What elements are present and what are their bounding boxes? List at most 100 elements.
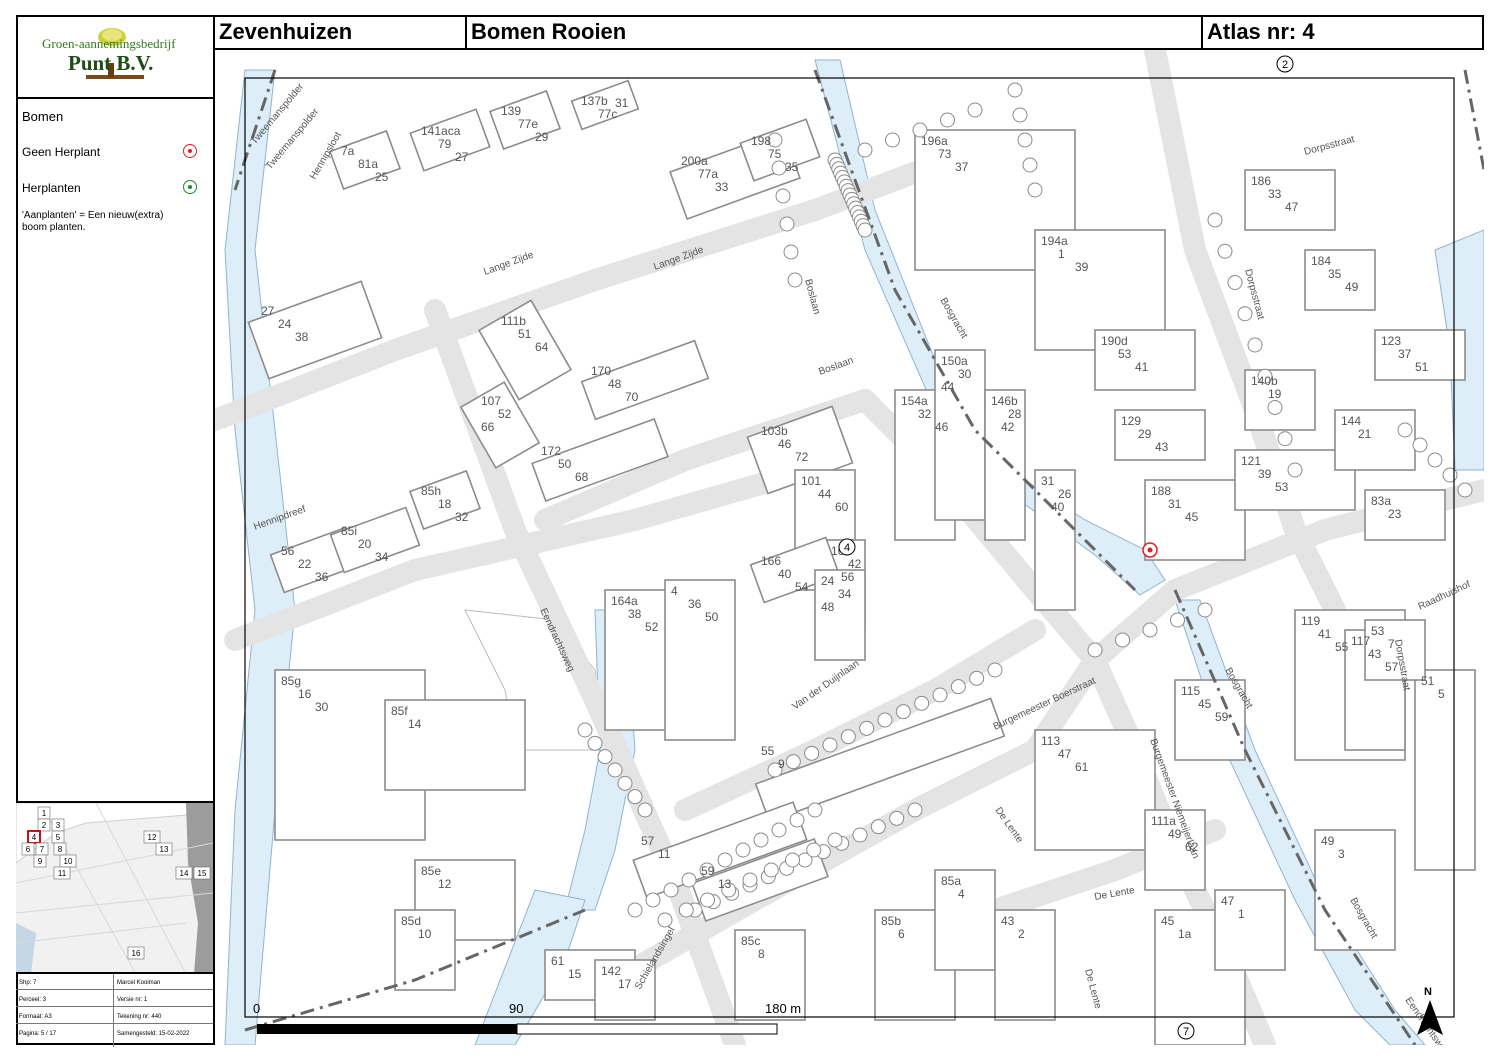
house-number: 190d: [1101, 334, 1128, 348]
legend-title: Bomen: [22, 109, 64, 124]
title-bar: Zevenhuizen Bomen Rooien Atlas nr: 4: [215, 15, 1484, 50]
sidebar: Groen-aannemingsbedrijf Punt B.V. Bomen …: [16, 15, 215, 1047]
overview-sheet-tile[interactable]: 5: [51, 830, 65, 844]
house-number: 37: [955, 160, 969, 174]
legend: Bomen Geen Herplant Herplanten 'Aanplant…: [16, 99, 213, 234]
house-number: 32: [918, 407, 932, 421]
map-area[interactable]: Tweemanspolder Tweemanspolder Hennipsloot L…: [215, 50, 1484, 1045]
house-number: 60: [835, 500, 849, 514]
house-number: 85e: [421, 864, 441, 878]
overview-sheet-tile[interactable]: 4: [27, 830, 41, 844]
house-number: 39: [1258, 467, 1272, 481]
overview-sheet-number: 2: [42, 821, 47, 830]
overview-sheet-tile[interactable]: 13: [155, 842, 173, 856]
atlas-number: Atlas nr: 4: [1207, 19, 1315, 44]
house-number: 85c: [741, 934, 760, 948]
company-logo: Groen-aannemingsbedrijf Punt B.V.: [16, 15, 213, 99]
house-number: 47: [1285, 200, 1299, 214]
house-number: 85b: [881, 914, 901, 928]
house-number: 31: [1168, 497, 1182, 511]
sheet-reference-marker[interactable]: 7: [1177, 1022, 1195, 1040]
overview-sheet-tile[interactable]: 9: [33, 854, 47, 868]
house-number: 68: [575, 470, 589, 484]
house-number: 53: [1275, 480, 1289, 494]
house-number: 4: [671, 584, 678, 598]
house-number: 56: [281, 544, 295, 558]
house-number: 77a: [698, 167, 718, 181]
overview-sheet-tile[interactable]: 8: [53, 842, 67, 856]
house-number: 172: [541, 444, 561, 458]
house-number: 50: [558, 457, 572, 471]
house-number: 24: [821, 574, 835, 588]
house-number: 36: [688, 597, 702, 611]
house-number: 18: [438, 497, 452, 511]
house-number: 33: [715, 180, 729, 194]
house-number: 20: [358, 537, 372, 551]
house-number: 36: [315, 570, 329, 584]
scale-label-180: 180 m: [765, 1001, 802, 1016]
house-number: 6: [898, 927, 905, 941]
house-number: 28: [1008, 407, 1022, 421]
house-number: 21: [1358, 427, 1372, 441]
meta-author: Marcel Kooiman: [114, 976, 213, 990]
house-number: 5: [1438, 687, 1445, 701]
cadastral-map[interactable]: TweemanspolderTweemanspolderHennipslootL…: [215, 50, 1484, 1045]
house-number: 139: [501, 104, 521, 118]
overview-sheet-tile[interactable]: 3: [51, 818, 65, 832]
overview-sheet-tile[interactable]: 10: [59, 854, 77, 868]
overview-sheet-tile[interactable]: 2: [37, 818, 51, 832]
house-number: 166: [761, 554, 781, 568]
overview-sheet-tile[interactable]: 15: [193, 866, 211, 880]
house-number: 85g: [281, 674, 301, 688]
house-number: 30: [958, 367, 972, 381]
overview-sheet-tile[interactable]: 1: [37, 806, 51, 820]
house-number: 41: [1318, 627, 1332, 641]
house-number: 62: [1185, 840, 1199, 854]
house-number: 43: [1155, 440, 1169, 454]
sheet-reference-marker[interactable]: 2: [1276, 55, 1294, 73]
house-number: 200a: [681, 154, 708, 168]
overview-sheet-number: 11: [58, 869, 67, 878]
house-number: 61: [551, 954, 565, 968]
legend-item-herplanten: Herplanten: [22, 170, 207, 206]
house-number: 1: [1058, 247, 1065, 261]
house-number: 26: [1058, 487, 1072, 501]
overview-sheet-tile[interactable]: 11: [53, 866, 71, 880]
house-number: 196a: [921, 134, 948, 148]
sheet-number: 2: [1282, 59, 1288, 71]
house-number: 27: [455, 150, 469, 164]
house-number: 33: [1268, 187, 1282, 201]
house-number: 117: [1351, 634, 1370, 648]
sheet-reference-marker[interactable]: 4: [838, 538, 856, 556]
overview-sheet-tile[interactable]: 16: [127, 946, 145, 960]
house-number: 113: [1041, 734, 1060, 748]
house-number: 57: [641, 834, 655, 848]
overview-sheet-tile[interactable]: 12: [143, 830, 161, 844]
house-number: 38: [295, 330, 309, 344]
house-number: 17: [618, 977, 632, 991]
house-number: 59: [1215, 710, 1229, 724]
house-number: 140b: [1251, 374, 1278, 388]
overview-sheet-tile[interactable]: 7: [35, 842, 49, 856]
house-number: 85i: [341, 524, 357, 538]
house-number: 115: [1181, 684, 1200, 698]
house-number: 54: [795, 580, 809, 594]
overview-sheet-tile[interactable]: 14: [175, 866, 193, 880]
house-number: 47: [1058, 747, 1072, 761]
meta-datum: Samengesteld: 15-02-2022: [117, 1031, 190, 1037]
overview-sheet-number: 1: [42, 809, 47, 818]
meta-pagina: Pagina: 5 / 17: [19, 1031, 57, 1037]
overview-sheet-number: 10: [64, 857, 73, 866]
house-number: 1a: [1178, 927, 1192, 941]
house-number: 103b: [761, 424, 788, 438]
house-number: 77e: [518, 117, 538, 131]
overview-sheet-number: 12: [148, 833, 157, 842]
meta-shp: Shp: 7: [16, 976, 114, 990]
overview-sheet-number: 3: [56, 821, 61, 830]
house-number: 70: [625, 390, 639, 404]
overview-sheet-tile[interactable]: 6: [21, 842, 35, 856]
house-number: 13: [718, 877, 732, 891]
house-number: 4: [958, 887, 965, 901]
tree-to-remove-marker[interactable]: [1142, 542, 1158, 558]
place-title: Zevenhuizen: [219, 19, 353, 44]
